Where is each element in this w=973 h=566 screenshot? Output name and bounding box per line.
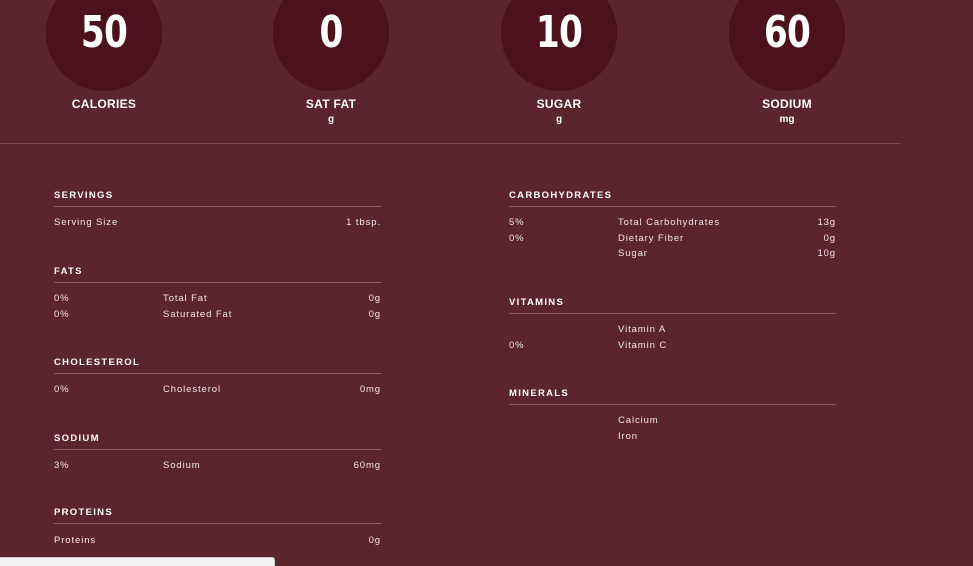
nutrient-row: 0% Dietary Fiber 0g (509, 233, 836, 247)
nutrient-name: Sodium (163, 460, 201, 471)
nutrient-name: Vitamin C (618, 340, 668, 351)
nutrient-amount: 60mg (353, 460, 381, 471)
section-title: FATS (54, 266, 83, 277)
nutrition-facts-page: 50 CALORIES 0 SAT FAT g 10 SUGAR g 60 SO… (0, 0, 973, 566)
daily-value-percent: 5% (509, 217, 525, 228)
nutrient-name: Iron (618, 431, 638, 442)
stat-unit: g (555, 114, 563, 125)
nutrient-name: Dietary Fiber (618, 233, 685, 244)
section-rule (54, 206, 381, 207)
nutrient-name: Vitamin A (618, 324, 667, 335)
daily-value-percent: 0% (509, 340, 525, 351)
nutrient-name: Total Fat (163, 293, 208, 304)
section-title: CHOLESTEROL (54, 357, 141, 368)
nutrient-row: Sugar 10g (509, 248, 836, 262)
section-rule (54, 523, 381, 524)
section-title: VITAMINS (509, 297, 565, 308)
nutrient-row: 0% Total Fat 0g (54, 293, 381, 307)
nutrient-row: 0% Vitamin C (509, 340, 836, 354)
daily-value-percent: 0% (54, 384, 70, 395)
nutrient-row: 0% Cholesterol 0mg (54, 384, 381, 398)
daily-value-percent: 0% (54, 293, 70, 304)
nutrient-amount: 0g (368, 309, 381, 320)
nutrient-amount: 10g (817, 248, 836, 259)
nutrient-name: Sugar (618, 248, 648, 259)
daily-value-percent: 3% (54, 460, 70, 471)
daily-value-percent: 0% (509, 233, 525, 244)
nutrient-name: Total Carbohydrates (618, 217, 721, 228)
nutrient-name: Proteins (54, 535, 97, 546)
nutrient-row: Vitamin A (509, 324, 836, 338)
nutrient-name: Calcium (618, 415, 659, 426)
stat-value: 50 (80, 7, 128, 58)
nutrient-name: Serving Size (54, 217, 119, 228)
stat-unit: mg (779, 114, 795, 125)
section-rule (509, 313, 836, 314)
section-rule (54, 449, 381, 450)
stat-label: CALORIES (71, 97, 137, 111)
section-rule (54, 282, 381, 283)
nutrient-amount: 0g (368, 293, 381, 304)
section-rule (509, 404, 836, 405)
daily-value-percent: 0% (54, 309, 70, 320)
nutrient-row: 5% Total Carbohydrates 13g (509, 217, 836, 231)
stat-unit: g (327, 114, 335, 125)
section-title: MINERALS (509, 388, 570, 399)
stat-label: SODIUM (762, 97, 812, 111)
nutrient-name: Cholesterol (163, 384, 221, 395)
browser-status-bar (0, 557, 275, 566)
section-rule (509, 206, 836, 207)
section-title: SODIUM (54, 433, 100, 444)
divider (0, 143, 900, 144)
stat-value: 0 (319, 7, 343, 58)
stat-label: SAT FAT (305, 97, 357, 111)
stat-value: 60 (763, 7, 811, 58)
nutrient-row: 0% Saturated Fat 0g (54, 309, 381, 323)
section-title: SERVINGS (54, 190, 114, 201)
nutrient-amount: 0g (368, 535, 381, 546)
nutrient-row: Iron (509, 431, 836, 445)
nutrient-amount: 0mg (359, 384, 381, 395)
stat-label: SUGAR (536, 97, 582, 111)
section-title: CARBOHYDRATES (509, 190, 613, 201)
stat-value: 10 (535, 7, 583, 58)
nutrient-amount: 13g (817, 217, 836, 228)
nutrient-name: Saturated Fat (163, 309, 233, 320)
section-title: PROTEINS (54, 507, 113, 518)
nutrient-amount: 0g (823, 233, 836, 244)
nutrient-row: Proteins 0g (54, 535, 381, 549)
section-rule (54, 373, 381, 374)
nutrient-amount: 1 tbsp. (346, 217, 381, 228)
nutrient-row: 3% Sodium 60mg (54, 460, 381, 474)
nutrient-row: Serving Size 1 tbsp. (54, 217, 381, 231)
nutrient-row: Calcium (509, 415, 836, 429)
